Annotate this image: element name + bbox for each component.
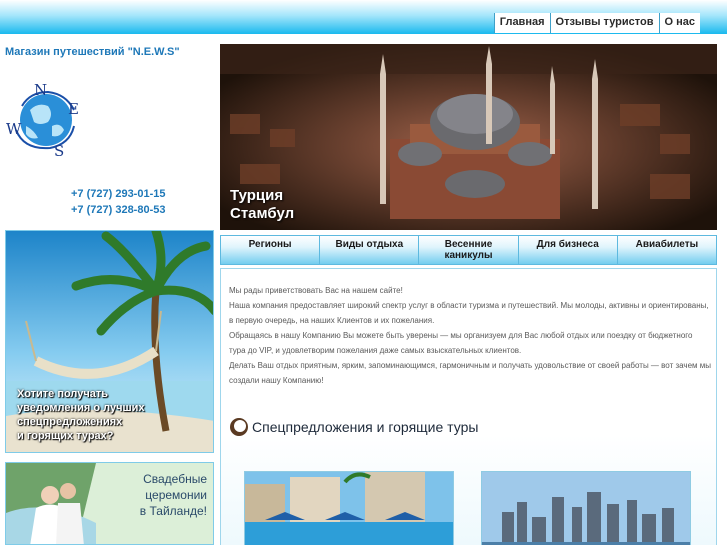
nav-reviews-link[interactable]: Отзывы туристов: [549, 13, 659, 33]
tab-spring-break[interactable]: Весенние каникулы: [419, 236, 519, 264]
intro-text: Мы рады приветствовать Вас на нашем сайт…: [229, 283, 711, 388]
tab-vacation-types[interactable]: Виды отдыха: [320, 236, 420, 264]
phone-number: +7 (727) 328-80-53: [71, 204, 166, 216]
banner-text: Свадебные церемонии в Тайланде!: [139, 472, 207, 518]
istanbul-image: [220, 44, 717, 230]
intro-paragraph: Делать Ваш отдых приятным, ярким, запоми…: [229, 361, 711, 385]
city-skyline-image: [482, 472, 690, 545]
tab-business[interactable]: Для бизнеса: [518, 236, 618, 264]
offer-card[interactable]: [481, 471, 691, 545]
intro-paragraph: Наша компания предоставляет широкий спек…: [229, 301, 709, 325]
special-offers-heading: Спецпредложения и горящие туры: [229, 417, 478, 437]
tab-regions[interactable]: Регионы: [221, 236, 321, 264]
svg-text:E: E: [68, 100, 79, 118]
hero-image: Турция Стамбул: [220, 44, 717, 230]
shop-title: Магазин путешествий "N.E.W.S": [5, 46, 180, 58]
category-tabs: Регионы Виды отдыха Весенние каникулы Дл…: [220, 235, 717, 265]
intro-paragraph: Обращаясь в нашу Компанию Вы можете быть…: [229, 331, 693, 355]
news-logo[interactable]: N E W S: [4, 78, 84, 158]
nav-home-link[interactable]: Главная: [493, 13, 550, 33]
section-title: Спецпредложения и горящие туры: [252, 419, 479, 435]
svg-text:S: S: [54, 142, 64, 158]
hero-caption: Турция Стамбул: [230, 187, 295, 222]
svg-text:W: W: [6, 120, 22, 138]
svg-text:N: N: [34, 81, 47, 99]
nav-about-link[interactable]: О нас: [658, 13, 701, 33]
main-content: Мы рады приветствовать Вас на нашем сайт…: [220, 268, 717, 545]
resort-pool-image: [245, 472, 453, 545]
subscribe-banner[interactable]: Хотите получать уведомления о лучших спе…: [5, 230, 214, 453]
wedding-banner[interactable]: Свадебные церемонии в Тайланде!: [5, 462, 214, 545]
intro-paragraph: Мы рады приветствовать Вас на нашем сайт…: [229, 286, 403, 295]
tab-air-tickets[interactable]: Авиабилеты: [617, 236, 717, 264]
top-nav: Главная Отзывы туристов О нас: [493, 13, 701, 33]
offer-card[interactable]: [244, 471, 454, 545]
banner-text: Хотите получать уведомления о лучших спе…: [17, 388, 145, 442]
phone-number: +7 (727) 293-01-15: [71, 188, 166, 200]
phone-list: +7 (727) 293-01-15 +7 (727) 328-80-53: [71, 186, 165, 218]
coconut-icon: [230, 418, 248, 436]
